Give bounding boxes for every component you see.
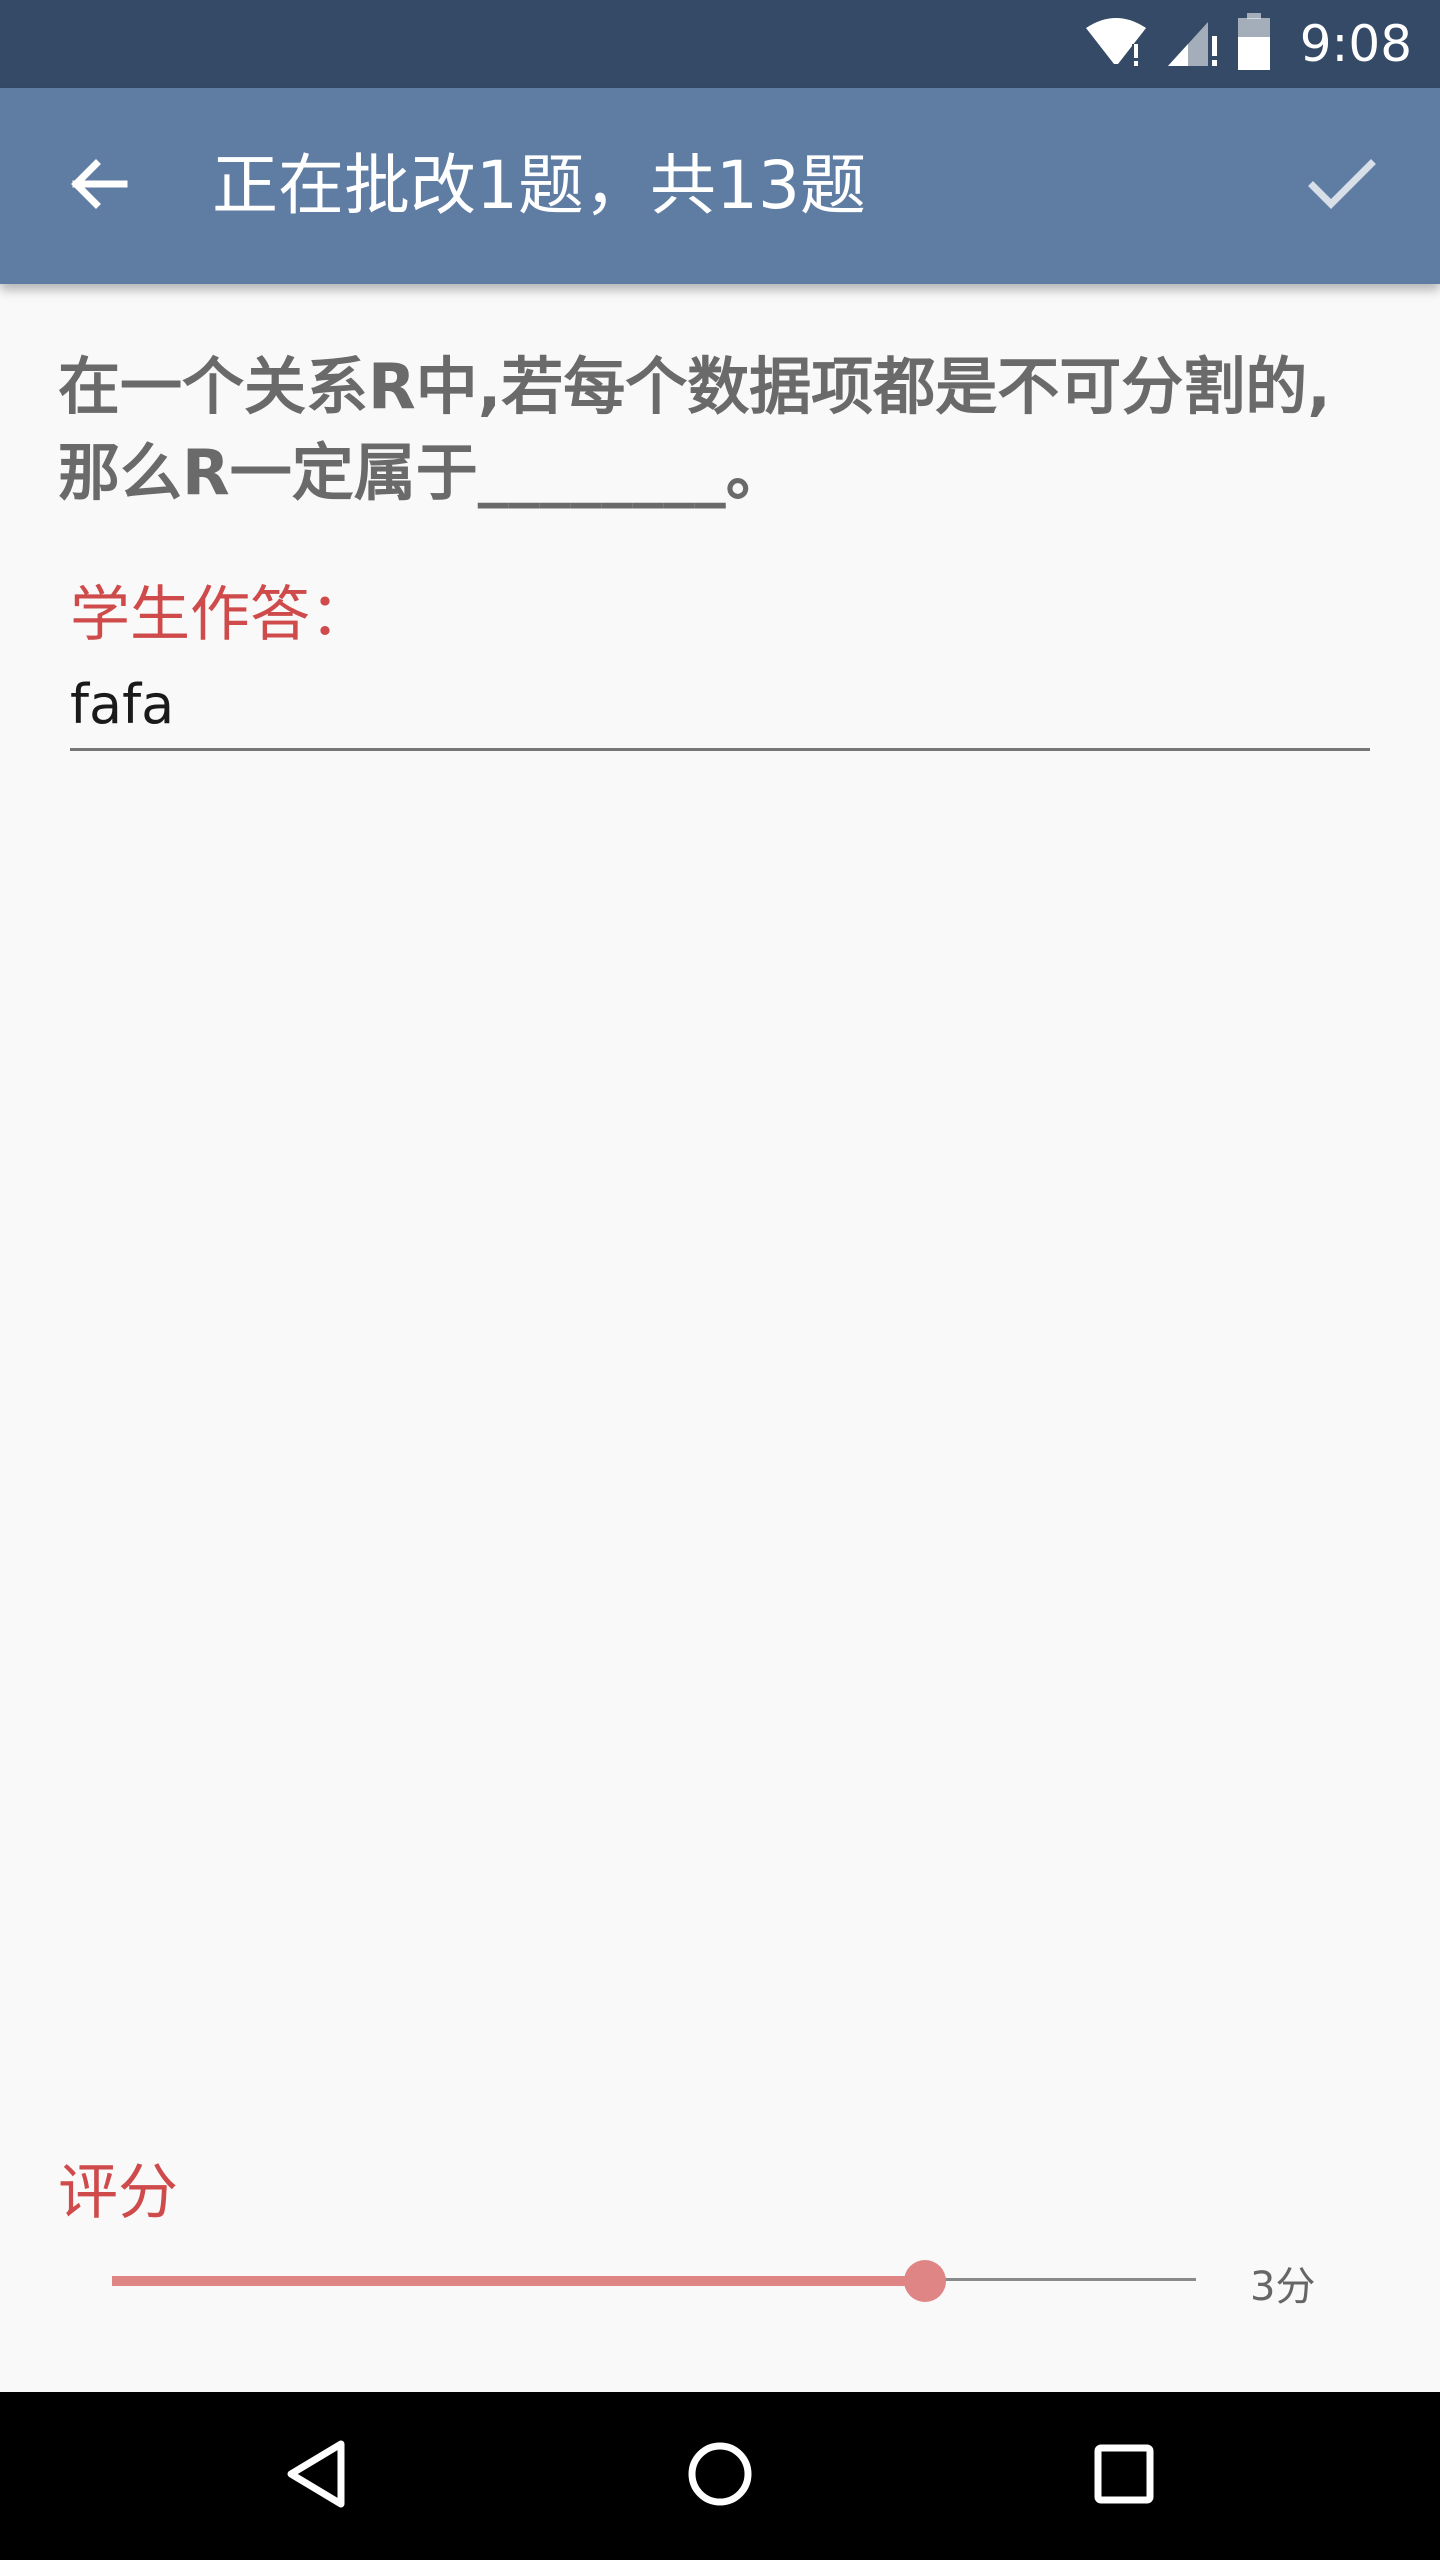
page-title: 正在批改1题，共13题	[212, 147, 866, 224]
status-time: 9:08	[1299, 15, 1412, 73]
status-icons: 9:08	[1084, 0, 1412, 88]
screen: 9:08 正在批改1题，共13题 在一个关系R中,若每个数据项都是不可分割的,那…	[0, 0, 1440, 2560]
nav-back-button[interactable]	[266, 2426, 366, 2526]
slider-fill	[112, 2276, 925, 2286]
check-icon	[1307, 156, 1377, 216]
slider-thumb[interactable]	[904, 2260, 946, 2302]
question-text: 在一个关系R中,若每个数据项都是不可分割的,那么R一定属于________。	[58, 350, 1331, 509]
score-slider[interactable]	[112, 2244, 1196, 2316]
home-circle-icon	[685, 2439, 755, 2513]
score-value: 3分	[1250, 2264, 1316, 2310]
score-label: 评分	[58, 2158, 178, 2228]
battery-icon	[1236, 13, 1272, 75]
status-bar: 9:08	[0, 0, 1440, 88]
recents-square-icon	[1092, 2442, 1156, 2510]
nav-home-button[interactable]	[670, 2426, 770, 2526]
answer-label: 学生作答：	[70, 580, 370, 650]
nav-bar	[0, 2392, 1440, 2560]
back-triangle-icon	[283, 2438, 349, 2514]
back-button[interactable]	[56, 144, 140, 228]
answer-field[interactable]	[70, 660, 1370, 751]
app-bar: 正在批改1题，共13题	[0, 88, 1440, 284]
arrow-back-icon	[66, 152, 130, 220]
cell-signal-alert-icon	[1164, 14, 1220, 74]
confirm-button[interactable]	[1294, 138, 1390, 234]
wifi-alert-icon	[1084, 14, 1148, 74]
nav-recents-button[interactable]	[1074, 2426, 1174, 2526]
